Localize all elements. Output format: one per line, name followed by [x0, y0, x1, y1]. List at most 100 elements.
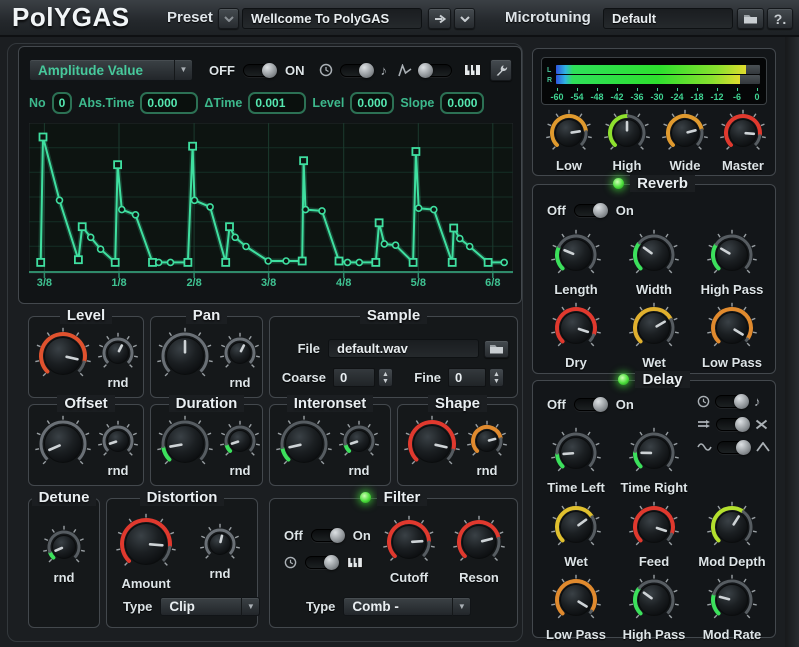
coarse-value[interactable]: 0 [333, 368, 375, 387]
knob-mod-rate[interactable]: Mod Rate [693, 574, 771, 642]
distortion-type-select[interactable]: Clip ▼ [160, 597, 260, 616]
settings-button[interactable] [490, 59, 512, 81]
chevron-down-icon: ▼ [174, 60, 192, 80]
knob-time-right[interactable]: Time Right [615, 427, 693, 495]
knob-high-pass[interactable]: High Pass [693, 229, 771, 297]
file-label: File [282, 341, 320, 356]
knob-low[interactable]: Low [545, 109, 593, 173]
section-title: Filter [377, 489, 428, 506]
knob-reson[interactable]: Reson [452, 515, 506, 585]
knob-label: Low Pass [546, 627, 606, 642]
folder-button[interactable] [737, 8, 764, 29]
svg-text:4/8: 4/8 [336, 277, 351, 289]
up-arrow-icon: ▲ [382, 371, 389, 378]
envelope-chart[interactable]: 3/81/82/83/84/85/86/8 [29, 123, 513, 291]
knob-pan[interactable] [156, 327, 214, 385]
knob-duration-rnd[interactable]: rnd [219, 420, 261, 478]
knob-label: Cutoff [390, 570, 428, 585]
knob-width[interactable]: Width [615, 229, 693, 297]
delay-crossfeed-toggle[interactable] [716, 418, 750, 431]
knob-shape[interactable] [403, 415, 461, 473]
knob-wide[interactable]: Wide [661, 109, 709, 173]
next-preset-button[interactable] [428, 8, 451, 29]
knob-label: Wet [564, 554, 588, 569]
knob-low-pass[interactable]: Low Pass [693, 302, 771, 370]
section-title: Pan [186, 307, 228, 324]
knob-label: rnd [108, 463, 129, 478]
note-icon: ♪ [381, 63, 388, 78]
knob-cutoff[interactable]: Cutoff [382, 515, 436, 585]
knob-wet[interactable]: Wet [615, 302, 693, 370]
filter-type-select[interactable]: Comb - ▼ [343, 597, 471, 616]
svg-text:5/8: 5/8 [411, 277, 426, 289]
meter-scale-label: -30 [650, 88, 664, 102]
knob-low-pass[interactable]: Low Pass [537, 574, 615, 642]
field-value-abstime[interactable]: 0.000 [140, 92, 198, 114]
on-label: ON [285, 63, 305, 78]
knob-dry[interactable]: Dry [537, 302, 615, 370]
field-value-no[interactable]: 0 [52, 92, 73, 114]
parallel-arrows-icon [697, 419, 711, 429]
knob-master[interactable]: Master [719, 109, 767, 173]
field-value-slope[interactable]: 0.000 [440, 92, 484, 114]
filter-keytrack-toggle[interactable] [305, 556, 339, 569]
section-title: Offset [57, 395, 114, 412]
knob-detune-rnd[interactable]: rnd [42, 525, 86, 585]
knob-mod-depth[interactable]: Mod Depth [693, 501, 771, 569]
knob-pan-rnd[interactable]: rnd [219, 332, 261, 390]
knob-feed[interactable]: Feed [615, 501, 693, 569]
piano-icon[interactable] [464, 64, 481, 76]
knob-distortion-rnd[interactable]: rnd [199, 523, 241, 591]
preset-dropdown-button[interactable] [454, 8, 475, 29]
envelope-sync-toggle[interactable] [340, 64, 374, 77]
delay-power-toggle[interactable] [574, 398, 608, 411]
fine-stepper[interactable]: ▲▼ [489, 368, 504, 387]
filter-power-toggle[interactable] [311, 529, 345, 542]
knob-high-pass[interactable]: High Pass [615, 574, 693, 642]
knob-label: rnd [230, 375, 251, 390]
on-label: On [616, 203, 634, 218]
knob-time-left[interactable]: Time Left [537, 427, 615, 495]
knob-interonset[interactable] [275, 415, 333, 473]
preset-menu-button[interactable] [218, 8, 239, 29]
knob-label: Wide [670, 158, 701, 173]
knob-level[interactable] [34, 327, 92, 385]
offset-section: Offset rnd [28, 404, 144, 486]
meter-bar-right [556, 75, 760, 84]
help-button[interactable]: ?. [767, 8, 793, 29]
field-value-time[interactable]: 0.001 [248, 92, 306, 114]
knob-interonset-rnd[interactable]: rnd [338, 420, 380, 478]
sample-section: Sample File default.wav Coarse 0 ▲▼ Fine… [269, 316, 518, 398]
svg-text:2/8: 2/8 [186, 277, 201, 289]
envelope-mode-toggle[interactable] [418, 64, 452, 77]
microtuning-label: Microtuning [505, 9, 591, 26]
envelope-power-toggle[interactable] [243, 64, 277, 77]
knob-amount[interactable]: Amount [115, 513, 177, 591]
sample-folder-button[interactable] [484, 340, 509, 358]
knob-level-rnd[interactable]: rnd [97, 332, 139, 390]
envelope-target-select[interactable]: Amplitude Value ▼ [29, 59, 193, 81]
svg-text:1/8: 1/8 [111, 277, 126, 289]
delay-sync-toggle[interactable] [715, 395, 749, 408]
fine-value[interactable]: 0 [448, 368, 486, 387]
sample-file-field[interactable]: default.wav [328, 339, 479, 358]
meter-scale-label: -18 [690, 88, 704, 102]
knob-length[interactable]: Length [537, 229, 615, 297]
preset-field[interactable]: Wellcome To PolyGAS [242, 8, 422, 29]
knob-offset[interactable] [34, 415, 92, 473]
delay-lfo-shape-toggle[interactable] [717, 441, 751, 454]
knob-shape-rnd[interactable]: rnd [466, 420, 508, 478]
field-value-level[interactable]: 0.000 [350, 92, 394, 114]
section-title: Shape [428, 395, 487, 412]
coarse-stepper[interactable]: ▲▼ [378, 368, 393, 387]
knob-duration[interactable] [156, 415, 214, 473]
reverb-power-toggle[interactable] [574, 204, 608, 217]
meter-channel-l: L [547, 67, 551, 74]
knob-wet[interactable]: Wet [537, 501, 615, 569]
knob-label: rnd [210, 566, 231, 581]
reverb-panel: Reverb Off On LengthWidthHigh PassDryWet… [532, 184, 776, 374]
microtuning-field[interactable]: Default [603, 8, 733, 29]
interonset-section: Interonset rnd [269, 404, 391, 486]
knob-offset-rnd[interactable]: rnd [97, 420, 139, 478]
knob-high[interactable]: High [603, 109, 651, 173]
